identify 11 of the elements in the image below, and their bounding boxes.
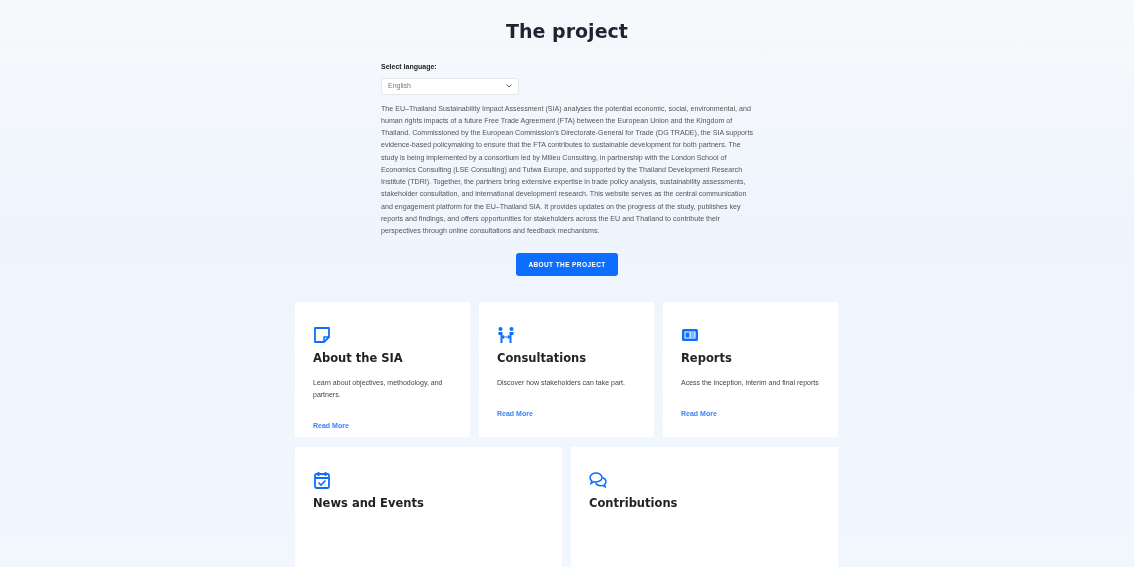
card-title: Reports <box>681 350 733 368</box>
people-arrow-icon <box>497 326 515 345</box>
card-title: Consultations <box>497 350 588 368</box>
card-title: About the SIA <box>313 350 404 368</box>
calendar-check-icon <box>313 471 331 490</box>
page-title: The project <box>505 19 629 44</box>
note-icon <box>313 326 331 345</box>
chevron-icon <box>506 84 512 88</box>
chat-bubbles-icon <box>589 471 607 490</box>
card-title: Contributions <box>589 495 679 513</box>
card-title: News and Events <box>313 495 425 513</box>
